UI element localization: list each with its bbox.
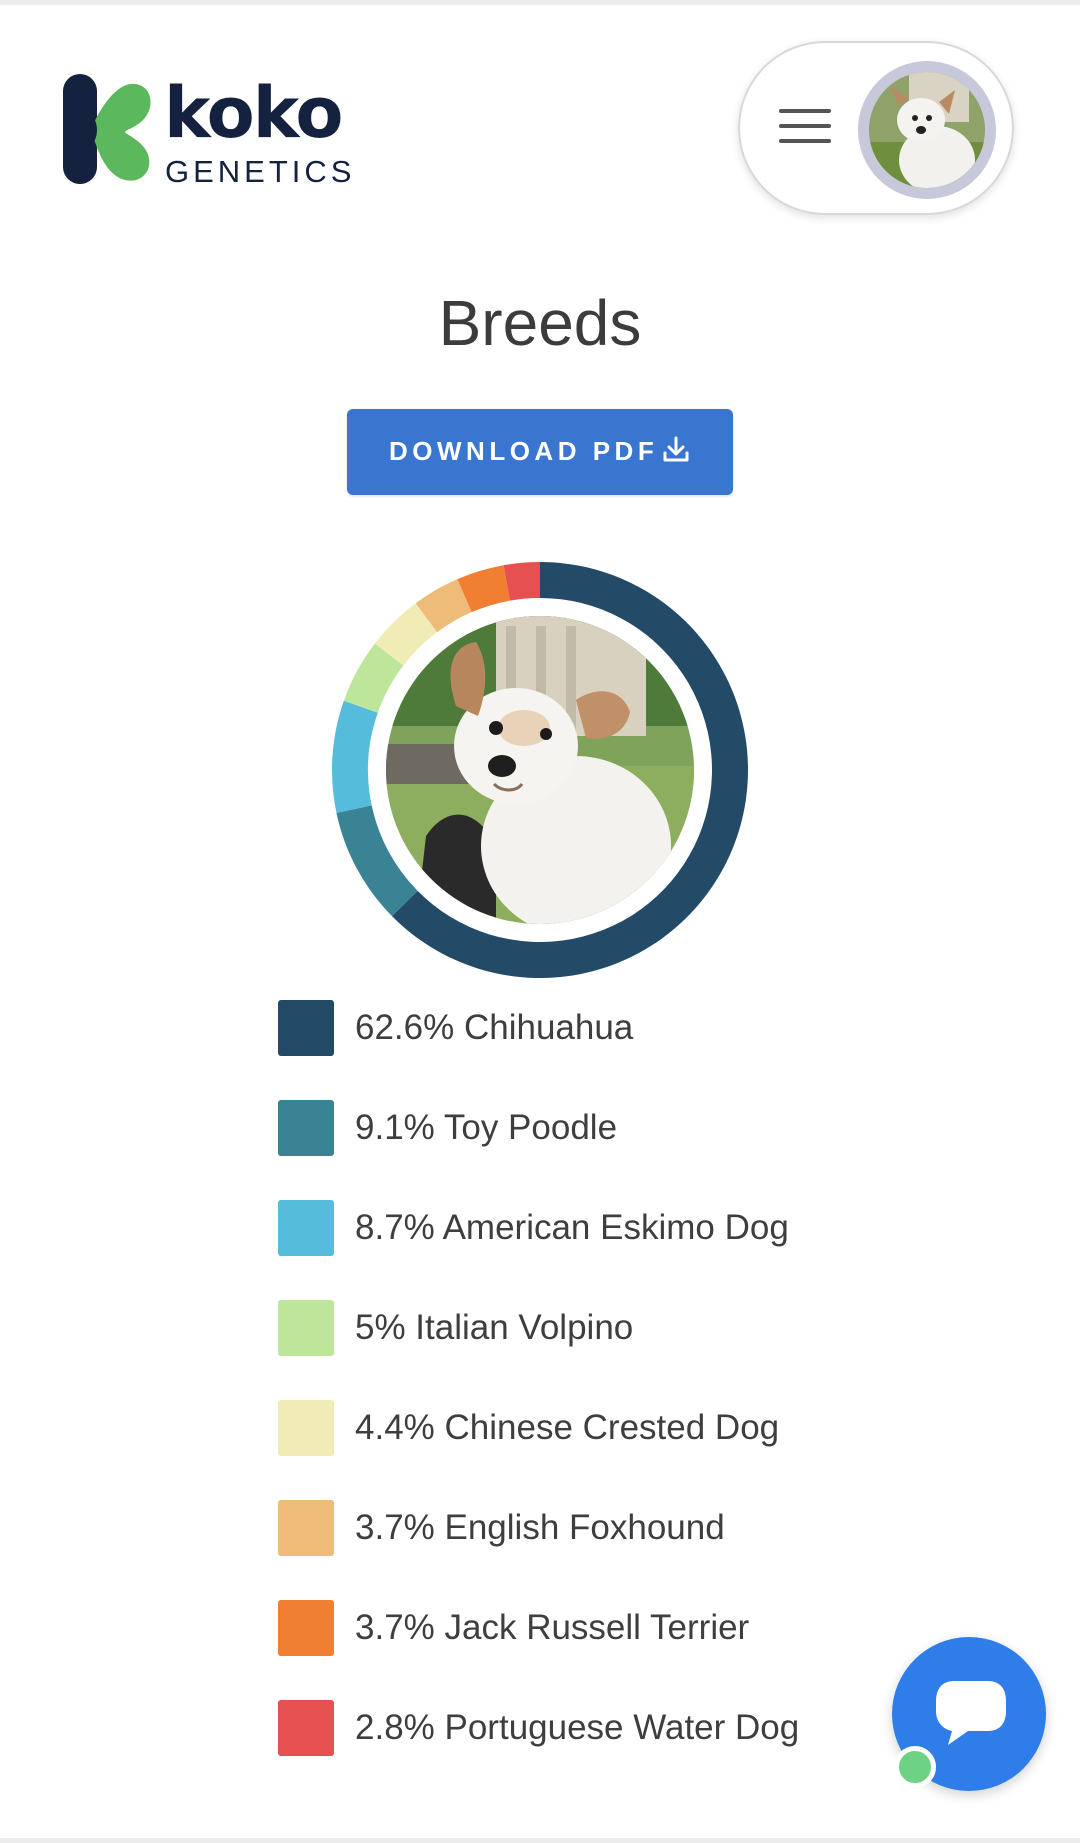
hamburger-menu-icon[interactable] xyxy=(779,109,831,145)
legend-swatch xyxy=(278,1500,334,1556)
legend-swatch xyxy=(278,1600,334,1656)
online-status-indicator xyxy=(894,1746,936,1788)
legend-swatch xyxy=(278,1700,334,1756)
bottom-divider xyxy=(0,1838,1080,1843)
top-divider xyxy=(0,0,1080,5)
legend-item: 8.7% American Eskimo Dog xyxy=(278,1200,878,1256)
legend-item: 9.1% Toy Poodle xyxy=(278,1100,878,1156)
legend-item: 62.6% Chihuahua xyxy=(278,1000,878,1056)
legend-item: 4.4% Chinese Crested Dog xyxy=(278,1400,878,1456)
legend-swatch xyxy=(278,1300,334,1356)
menu-line xyxy=(779,109,831,113)
legend-item: 3.7% English Foxhound xyxy=(278,1500,878,1556)
legend-label: 8.7% American Eskimo Dog xyxy=(355,1208,789,1247)
legend-swatch xyxy=(278,1400,334,1456)
legend-swatch xyxy=(278,1100,334,1156)
donut-slice xyxy=(332,700,378,813)
legend-label: 3.7% English Foxhound xyxy=(355,1508,725,1547)
dog-photo xyxy=(386,616,694,924)
legend-item: 3.7% Jack Russell Terrier xyxy=(278,1600,878,1656)
dog-photo-image xyxy=(386,616,694,924)
legend-label: 3.7% Jack Russell Terrier xyxy=(355,1608,750,1647)
koko-genetics-logo[interactable]: koko GENETICS xyxy=(63,74,353,189)
legend-item: 2.8% Portuguese Water Dog xyxy=(278,1700,878,1756)
legend-label: 4.4% Chinese Crested Dog xyxy=(355,1408,780,1447)
legend-label: 2.8% Portuguese Water Dog xyxy=(355,1708,800,1747)
brand-subtitle: GENETICS xyxy=(165,154,356,189)
avatar[interactable] xyxy=(858,61,996,199)
donut-slice xyxy=(503,562,540,601)
download-icon xyxy=(663,436,689,462)
legend-label: 5% Italian Volpino xyxy=(355,1308,634,1347)
dog-avatar-image xyxy=(869,72,985,188)
legend-label: 62.6% Chihuahua xyxy=(355,1008,634,1047)
download-pdf-label: DOWNLOAD PDF xyxy=(389,436,659,466)
legend-label: 9.1% Toy Poodle xyxy=(355,1108,618,1147)
avatar-photo xyxy=(869,72,985,188)
account-menu xyxy=(738,41,1014,215)
page-title: Breeds xyxy=(438,287,642,359)
menu-line xyxy=(779,124,831,128)
brand-name: koko xyxy=(164,72,344,154)
koko-k-logo-icon xyxy=(63,74,151,184)
menu-line xyxy=(779,139,831,143)
legend-swatch xyxy=(278,1000,334,1056)
download-pdf-button[interactable]: DOWNLOAD PDF xyxy=(347,409,733,495)
legend-item: 5% Italian Volpino xyxy=(278,1300,878,1356)
legend-swatch xyxy=(278,1200,334,1256)
chat-bubble-icon xyxy=(936,1681,1006,1745)
